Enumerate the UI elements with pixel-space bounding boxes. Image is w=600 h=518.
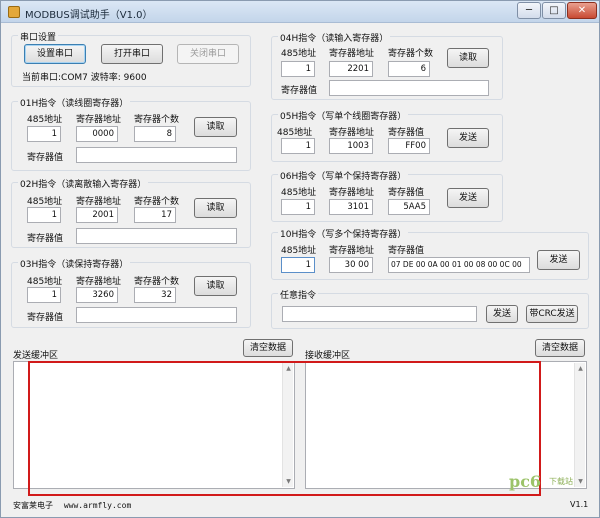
- send-buffer-label: 发送缓冲区: [13, 351, 59, 361]
- f05-reg-label: 寄存器地址: [329, 128, 375, 138]
- f02-title: 02H指令（读离散输入寄存器）: [18, 177, 149, 190]
- f02-addr-label: 485地址: [27, 197, 63, 207]
- custom-send-button[interactable]: 发送: [486, 305, 518, 323]
- f03-count-input[interactable]: 32: [134, 287, 176, 303]
- f02-count-label: 寄存器个数: [134, 197, 180, 207]
- f01-value-output[interactable]: [76, 147, 237, 163]
- f06-title: 06H指令（写单个保持寄存器）: [278, 169, 409, 182]
- f03-read-button[interactable]: 读取: [194, 276, 237, 296]
- f03-count-label: 寄存器个数: [134, 277, 180, 287]
- f10-title: 10H指令（写多个保持寄存器）: [278, 227, 409, 240]
- recv-buffer-scrollbar[interactable]: ▲ ▼: [574, 363, 585, 487]
- setup-serial-button[interactable]: 设置串口: [24, 44, 86, 64]
- f03-title: 03H指令（读保持寄存器）: [18, 257, 131, 270]
- title-bar: MODBUS调试助手（V1.0） ─ □ ✕: [1, 1, 599, 23]
- custom-title: 任意指令: [278, 288, 319, 301]
- f03-reg-label: 寄存器地址: [76, 277, 122, 287]
- f06-val-label: 寄存器值: [388, 188, 425, 198]
- f06-addr-label: 485地址: [281, 188, 317, 198]
- f04-count-label: 寄存器个数: [388, 49, 434, 59]
- f01-count-label: 寄存器个数: [134, 115, 180, 125]
- f01-title: 01H指令（读线圈寄存器）: [18, 96, 131, 109]
- f01-value-label: 寄存器值: [27, 153, 64, 163]
- f03-addr-input[interactable]: 1: [27, 287, 61, 303]
- serial-status: 当前串口:COM7 波特率: 9600: [22, 73, 147, 83]
- f02-reg-label: 寄存器地址: [76, 197, 122, 207]
- custom-command-input[interactable]: [282, 306, 477, 322]
- window-title: MODBUS调试助手（V1.0）: [25, 10, 153, 21]
- f02-reg-input[interactable]: 2001: [76, 207, 118, 223]
- f05-send-button[interactable]: 发送: [447, 128, 489, 148]
- f10-val-input[interactable]: 07 DE 00 0A 00 01 00 08 00 0C 00: [388, 257, 530, 273]
- f01-count-input[interactable]: 8: [134, 126, 176, 142]
- watermark-sub: 下载站: [549, 477, 573, 486]
- f02-value-output[interactable]: [76, 228, 237, 244]
- f06-val-input[interactable]: 5AA5: [388, 199, 430, 215]
- f06-send-button[interactable]: 发送: [447, 188, 489, 208]
- scroll-up-icon[interactable]: ▲: [576, 365, 585, 372]
- footer-company: 安富莱电子: [13, 501, 53, 510]
- f02-value-label: 寄存器值: [27, 234, 64, 244]
- f10-addr-input[interactable]: 1: [281, 257, 315, 273]
- f10-val-label: 寄存器值: [388, 246, 425, 256]
- f04-value-label: 寄存器值: [281, 86, 318, 96]
- footer: 安富莱电子 www.armfly.com: [13, 500, 131, 511]
- minimize-button[interactable]: ─: [517, 2, 541, 19]
- f01-read-button[interactable]: 读取: [194, 117, 237, 137]
- f03-value-output[interactable]: [76, 307, 237, 323]
- f03-addr-label: 485地址: [27, 277, 63, 287]
- recv-buffer-label: 接收缓冲区: [305, 351, 351, 361]
- version-label: V1.1: [570, 500, 589, 509]
- f06-addr-input[interactable]: 1: [281, 199, 315, 215]
- app-icon: [8, 6, 20, 18]
- f03-value-label: 寄存器值: [27, 313, 64, 323]
- maximize-button[interactable]: □: [542, 2, 566, 19]
- scroll-down-icon[interactable]: ▼: [576, 478, 585, 485]
- f02-count-input[interactable]: 17: [134, 207, 176, 223]
- f04-count-input[interactable]: 6: [388, 61, 430, 77]
- f05-addr-label: 485地址: [277, 128, 313, 138]
- f10-reg-input[interactable]: 30 00: [329, 257, 373, 273]
- f04-read-button[interactable]: 读取: [447, 48, 489, 68]
- f04-value-output[interactable]: [329, 80, 489, 96]
- close-serial-button[interactable]: 关闭串口: [177, 44, 239, 64]
- send-clear-button[interactable]: 清空数据: [243, 339, 293, 357]
- watermark-logo: pc6: [509, 472, 542, 491]
- f10-reg-label: 寄存器地址: [329, 246, 375, 256]
- f05-reg-input[interactable]: 1003: [329, 138, 373, 154]
- f04-reg-input[interactable]: 2201: [329, 61, 373, 77]
- f05-val-input[interactable]: FF00: [388, 138, 430, 154]
- recv-clear-button[interactable]: 清空数据: [535, 339, 585, 357]
- f04-title: 04H指令（读输入寄存器）: [278, 31, 391, 44]
- close-button[interactable]: ✕: [567, 2, 597, 19]
- footer-url: www.armfly.com: [63, 501, 132, 510]
- f02-read-button[interactable]: 读取: [194, 198, 237, 218]
- highlight-box: [28, 361, 541, 496]
- f03-reg-input[interactable]: 3260: [76, 287, 118, 303]
- custom-send-crc-button[interactable]: 带CRC发送: [526, 305, 578, 323]
- serial-settings-title: 串口设置: [18, 30, 59, 43]
- f01-addr-input[interactable]: 1: [27, 126, 61, 142]
- f04-addr-input[interactable]: 1: [281, 61, 315, 77]
- open-serial-button[interactable]: 打开串口: [101, 44, 163, 64]
- f10-addr-label: 485地址: [281, 246, 317, 256]
- f01-addr-label: 485地址: [27, 115, 63, 125]
- f04-addr-label: 485地址: [281, 49, 317, 59]
- app-window: MODBUS调试助手（V1.0） ─ □ ✕ 串口设置 设置串口 打开串口 关闭…: [0, 0, 600, 518]
- f06-reg-label: 寄存器地址: [329, 188, 375, 198]
- f01-reg-input[interactable]: 0000: [76, 126, 118, 142]
- f10-send-button[interactable]: 发送: [537, 250, 580, 270]
- f05-title: 05H指令（写单个线圈寄存器）: [278, 109, 409, 122]
- f02-addr-input[interactable]: 1: [27, 207, 61, 223]
- f05-val-label: 寄存器值: [388, 128, 425, 138]
- f06-reg-input[interactable]: 3101: [329, 199, 373, 215]
- f04-reg-label: 寄存器地址: [329, 49, 375, 59]
- f01-reg-label: 寄存器地址: [76, 115, 122, 125]
- f05-addr-input[interactable]: 1: [281, 138, 315, 154]
